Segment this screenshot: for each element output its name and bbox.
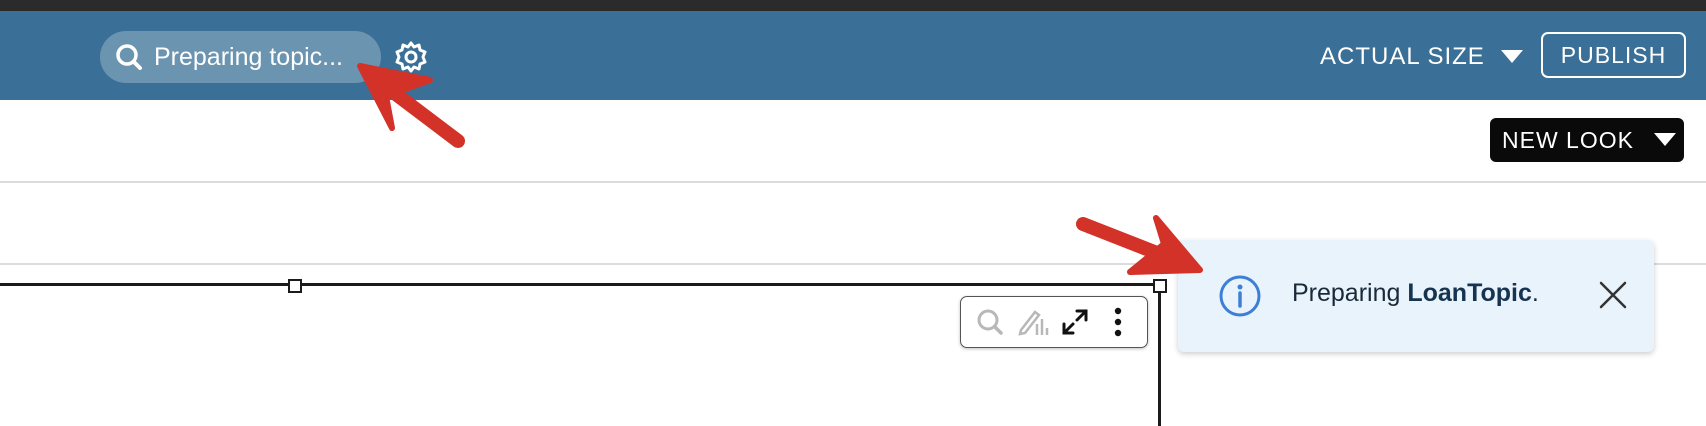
sheet-toolbar: NEW LOOK (0, 100, 1706, 183)
toast-message-suffix: . (1531, 279, 1539, 307)
toast-message: Preparing LoanTopic. (1292, 279, 1539, 308)
visual-border-right (1158, 283, 1161, 426)
chevron-down-icon (1653, 133, 1676, 146)
search-icon (116, 44, 142, 70)
more-vert-icon[interactable] (1101, 305, 1135, 339)
resize-handle-top-right[interactable] (1153, 279, 1167, 293)
gear-icon[interactable] (393, 39, 429, 75)
chevron-down-icon (1500, 50, 1523, 63)
topic-search-box[interactable]: Preparing topic... (100, 31, 381, 83)
info-toast: Preparing LoanTopic. (1178, 240, 1654, 352)
edit-chart-icon[interactable] (1016, 305, 1050, 339)
window-top-strip (0, 0, 1706, 11)
close-icon[interactable] (1598, 280, 1628, 310)
visual-border-top (0, 283, 1160, 286)
toast-topic-name: LoanTopic (1407, 279, 1532, 307)
publish-button[interactable]: PUBLISH (1541, 32, 1686, 78)
toast-message-prefix: Preparing (1292, 279, 1408, 307)
info-icon (1219, 275, 1261, 317)
expand-icon[interactable] (1058, 305, 1092, 339)
search-icon[interactable] (973, 305, 1007, 339)
new-look-label: NEW LOOK (1502, 126, 1634, 153)
visual-menu-bar (960, 296, 1148, 348)
new-look-dropdown[interactable]: NEW LOOK (1490, 118, 1684, 162)
actual-size-dropdown[interactable]: ACTUAL SIZE (1320, 41, 1523, 73)
app-header: Preparing topic... ACTUAL SIZE PUBLISH (0, 11, 1706, 100)
search-input-text[interactable]: Preparing topic... (154, 43, 369, 72)
actual-size-label: ACTUAL SIZE (1320, 43, 1485, 70)
resize-handle-top[interactable] (288, 279, 302, 293)
